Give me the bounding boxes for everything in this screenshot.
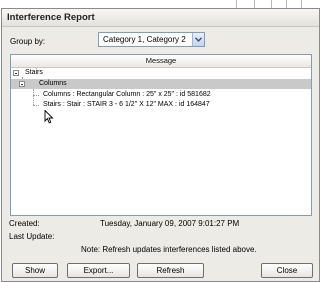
show-button[interactable]: Show <box>12 263 58 278</box>
tree-line <box>33 105 39 106</box>
refresh-button[interactable]: Refresh <box>137 263 204 278</box>
collapse-icon[interactable] <box>19 81 25 87</box>
mouse-cursor-icon <box>44 110 54 124</box>
tree-row-label: Columns <box>39 80 67 87</box>
close-button[interactable]: Close <box>261 263 313 278</box>
tree-row-label: Stairs : Stair : STAIR 3 - 6 1/2" X 12" … <box>43 101 210 108</box>
group-by-label: Group by: <box>10 37 46 46</box>
tree-row-item[interactable]: Stairs : Stair : STAIR 3 - 6 1/2" X 12" … <box>43 100 210 110</box>
tree-row-label: Stairs <box>25 69 43 76</box>
tree-line <box>33 95 39 96</box>
group-by-value: Category 1, Category 2 <box>103 35 186 44</box>
dialog-title: Interference Report <box>7 12 95 23</box>
created-value: Tuesday, January 09, 2007 9:01:27 PM <box>100 219 240 228</box>
collapse-icon[interactable] <box>13 70 19 76</box>
chevron-down-icon <box>195 37 202 42</box>
tree-row-label: Columns : Rectangular Column : 25" x 25"… <box>43 91 211 98</box>
export-button[interactable]: Export... <box>67 263 130 278</box>
created-label: Created: <box>9 219 40 228</box>
refresh-note: Note: Refresh updates interferences list… <box>81 245 257 254</box>
column-header-message[interactable]: Message <box>11 55 311 68</box>
title-bar[interactable]: Interference Report <box>2 9 319 27</box>
interference-tree[interactable]: Message Stairs Columns Columns : Rectang… <box>10 54 312 216</box>
tree-line <box>33 89 34 105</box>
interference-report-dialog: Interference Report Group by: Category 1… <box>1 8 320 282</box>
last-update-label: Last Update: <box>9 232 55 241</box>
dropdown-button[interactable] <box>192 33 204 46</box>
tree-row-item[interactable]: Columns : Rectangular Column : 25" x 25"… <box>43 90 211 100</box>
tree-row-columns[interactable]: Columns <box>11 79 311 89</box>
group-by-select[interactable]: Category 1, Category 2 <box>98 32 205 47</box>
